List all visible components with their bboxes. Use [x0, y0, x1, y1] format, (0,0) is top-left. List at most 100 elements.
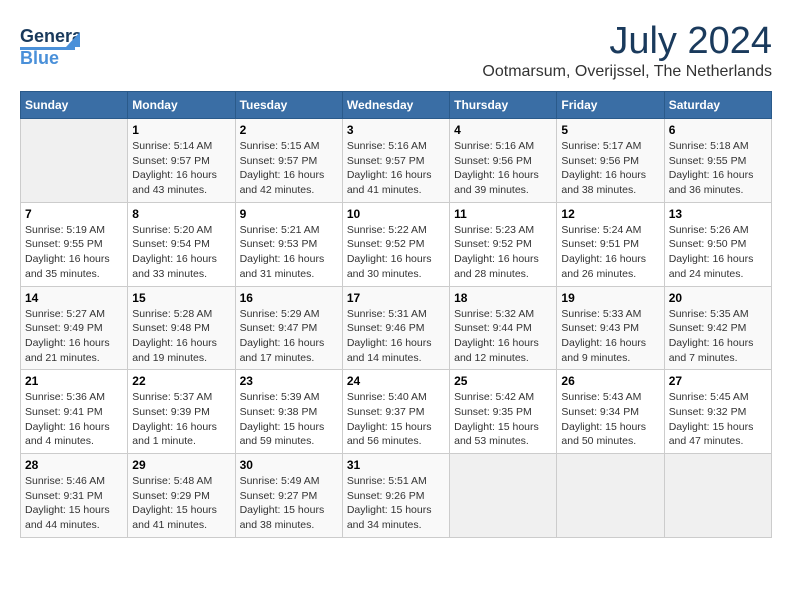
day-info: Sunrise: 5:43 AM Sunset: 9:34 PM Dayligh… [561, 390, 659, 449]
day-info: Sunrise: 5:32 AM Sunset: 9:44 PM Dayligh… [454, 307, 552, 366]
day-info: Sunrise: 5:16 AM Sunset: 9:56 PM Dayligh… [454, 139, 552, 198]
logo: General Blue [20, 20, 80, 70]
calendar-cell: 18 Sunrise: 5:32 AM Sunset: 9:44 PM Dayli… [450, 286, 557, 370]
calendar-cell: 21Sunrise: 5:36 AM Sunset: 9:41 PM Dayli… [21, 370, 128, 454]
day-number: 19 [561, 291, 659, 305]
day-number: 9 [240, 207, 338, 221]
calendar-cell: 12 Sunrise: 5:24 AM Sunset: 9:51 PM Dayli… [557, 202, 664, 286]
calendar-cell [664, 454, 771, 538]
day-number: 12 [561, 207, 659, 221]
calendar-cell: 9 Sunrise: 5:21 AM Sunset: 9:53 PM Daylig… [235, 202, 342, 286]
calendar-cell: 3 Sunrise: 5:16 AM Sunset: 9:57 PM Daylig… [342, 119, 449, 203]
day-info: Sunrise: 5:15 AM Sunset: 9:57 PM Dayligh… [240, 139, 338, 198]
day-info: Sunrise: 5:33 AM Sunset: 9:43 PM Dayligh… [561, 307, 659, 366]
day-info: Sunrise: 5:20 AM Sunset: 9:54 PM Dayligh… [132, 223, 230, 282]
day-number: 8 [132, 207, 230, 221]
calendar-cell: 17Sunrise: 5:31 AM Sunset: 9:46 PM Dayli… [342, 286, 449, 370]
calendar-cell [557, 454, 664, 538]
day-number: 26 [561, 374, 659, 388]
day-info: Sunrise: 5:51 AM Sunset: 9:26 PM Dayligh… [347, 474, 445, 533]
day-info: Sunrise: 5:39 AM Sunset: 9:38 PM Dayligh… [240, 390, 338, 449]
header: General Blue July 2024 Ootmarsum, Overij… [20, 20, 772, 81]
calendar-cell [21, 119, 128, 203]
calendar-cell: 4 Sunrise: 5:16 AM Sunset: 9:56 PM Daylig… [450, 119, 557, 203]
calendar-cell: 13 Sunrise: 5:26 AM Sunset: 9:50 PM Dayli… [664, 202, 771, 286]
day-info: Sunrise: 5:28 AM Sunset: 9:48 PM Dayligh… [132, 307, 230, 366]
column-headers: Sunday Monday Tuesday Wednesday Thursday… [21, 92, 772, 119]
col-sunday: Sunday [21, 92, 128, 119]
day-number: 28 [25, 458, 123, 472]
day-info: Sunrise: 5:22 AM Sunset: 9:52 PM Dayligh… [347, 223, 445, 282]
day-number: 15 [132, 291, 230, 305]
day-number: 13 [669, 207, 767, 221]
calendar-cell: 14Sunrise: 5:27 AM Sunset: 9:49 PM Dayli… [21, 286, 128, 370]
col-thursday: Thursday [450, 92, 557, 119]
day-info: Sunrise: 5:35 AM Sunset: 9:42 PM Dayligh… [669, 307, 767, 366]
day-info: Sunrise: 5:29 AM Sunset: 9:47 PM Dayligh… [240, 307, 338, 366]
day-number: 3 [347, 123, 445, 137]
day-number: 18 [454, 291, 552, 305]
calendar-cell: 31Sunrise: 5:51 AM Sunset: 9:26 PM Dayli… [342, 454, 449, 538]
calendar-cell: 27 Sunrise: 5:45 AM Sunset: 9:32 PM Dayli… [664, 370, 771, 454]
col-monday: Monday [128, 92, 235, 119]
day-number: 23 [240, 374, 338, 388]
calendar-week-3: 14Sunrise: 5:27 AM Sunset: 9:49 PM Dayli… [21, 286, 772, 370]
day-info: Sunrise: 5:21 AM Sunset: 9:53 PM Dayligh… [240, 223, 338, 282]
day-info: Sunrise: 5:16 AM Sunset: 9:57 PM Dayligh… [347, 139, 445, 198]
calendar-cell: 6Sunrise: 5:18 AM Sunset: 9:55 PM Daylig… [664, 119, 771, 203]
svg-text:Blue: Blue [20, 48, 59, 68]
day-number: 6 [669, 123, 767, 137]
col-tuesday: Tuesday [235, 92, 342, 119]
calendar-cell: 26 Sunrise: 5:43 AM Sunset: 9:34 PM Dayli… [557, 370, 664, 454]
day-number: 14 [25, 291, 123, 305]
day-number: 29 [132, 458, 230, 472]
day-info: Sunrise: 5:24 AM Sunset: 9:51 PM Dayligh… [561, 223, 659, 282]
calendar-cell: 30Sunrise: 5:49 AM Sunset: 9:27 PM Dayli… [235, 454, 342, 538]
calendar-cell: 2 Sunrise: 5:15 AM Sunset: 9:57 PM Daylig… [235, 119, 342, 203]
day-number: 22 [132, 374, 230, 388]
calendar-cell [450, 454, 557, 538]
calendar-cell: 7 Sunrise: 5:19 AM Sunset: 9:55 PM Daylig… [21, 202, 128, 286]
day-number: 20 [669, 291, 767, 305]
calendar-week-4: 21Sunrise: 5:36 AM Sunset: 9:41 PM Dayli… [21, 370, 772, 454]
day-info: Sunrise: 5:40 AM Sunset: 9:37 PM Dayligh… [347, 390, 445, 449]
calendar-cell: 19 Sunrise: 5:33 AM Sunset: 9:43 PM Dayli… [557, 286, 664, 370]
calendar-cell: 29Sunrise: 5:48 AM Sunset: 9:29 PM Dayli… [128, 454, 235, 538]
day-info: Sunrise: 5:23 AM Sunset: 9:52 PM Dayligh… [454, 223, 552, 282]
calendar-week-1: 1 Sunrise: 5:14 AM Sunset: 9:57 PM Daylig… [21, 119, 772, 203]
title-area: July 2024 Ootmarsum, Overijssel, The Net… [482, 20, 772, 81]
day-number: 4 [454, 123, 552, 137]
day-number: 1 [132, 123, 230, 137]
day-number: 2 [240, 123, 338, 137]
day-number: 16 [240, 291, 338, 305]
day-number: 17 [347, 291, 445, 305]
col-friday: Friday [557, 92, 664, 119]
day-number: 30 [240, 458, 338, 472]
calendar-cell: 20 Sunrise: 5:35 AM Sunset: 9:42 PM Dayli… [664, 286, 771, 370]
calendar-cell: 25Sunrise: 5:42 AM Sunset: 9:35 PM Dayli… [450, 370, 557, 454]
day-info: Sunrise: 5:26 AM Sunset: 9:50 PM Dayligh… [669, 223, 767, 282]
day-info: Sunrise: 5:42 AM Sunset: 9:35 PM Dayligh… [454, 390, 552, 449]
day-info: Sunrise: 5:17 AM Sunset: 9:56 PM Dayligh… [561, 139, 659, 198]
day-number: 10 [347, 207, 445, 221]
calendar-cell: 8 Sunrise: 5:20 AM Sunset: 9:54 PM Daylig… [128, 202, 235, 286]
logo-icon: General Blue [20, 20, 80, 70]
day-info: Sunrise: 5:37 AM Sunset: 9:39 PM Dayligh… [132, 390, 230, 449]
day-info: Sunrise: 5:14 AM Sunset: 9:57 PM Dayligh… [132, 139, 230, 198]
day-number: 7 [25, 207, 123, 221]
day-info: Sunrise: 5:36 AM Sunset: 9:41 PM Dayligh… [25, 390, 123, 449]
calendar-cell: 10 Sunrise: 5:22 AM Sunset: 9:52 PM Dayli… [342, 202, 449, 286]
day-number: 24 [347, 374, 445, 388]
location: Ootmarsum, Overijssel, The Netherlands [482, 63, 772, 81]
day-info: Sunrise: 5:19 AM Sunset: 9:55 PM Dayligh… [25, 223, 123, 282]
day-number: 5 [561, 123, 659, 137]
day-info: Sunrise: 5:46 AM Sunset: 9:31 PM Dayligh… [25, 474, 123, 533]
calendar-week-5: 28 Sunrise: 5:46 AM Sunset: 9:31 PM Dayli… [21, 454, 772, 538]
day-info: Sunrise: 5:45 AM Sunset: 9:32 PM Dayligh… [669, 390, 767, 449]
calendar-cell: 5 Sunrise: 5:17 AM Sunset: 9:56 PM Daylig… [557, 119, 664, 203]
calendar-cell: 1 Sunrise: 5:14 AM Sunset: 9:57 PM Daylig… [128, 119, 235, 203]
day-number: 27 [669, 374, 767, 388]
calendar-cell: 24 Sunrise: 5:40 AM Sunset: 9:37 PM Dayli… [342, 370, 449, 454]
calendar-cell: 22 Sunrise: 5:37 AM Sunset: 9:39 PM Dayli… [128, 370, 235, 454]
calendar-cell: 15 Sunrise: 5:28 AM Sunset: 9:48 PM Dayli… [128, 286, 235, 370]
